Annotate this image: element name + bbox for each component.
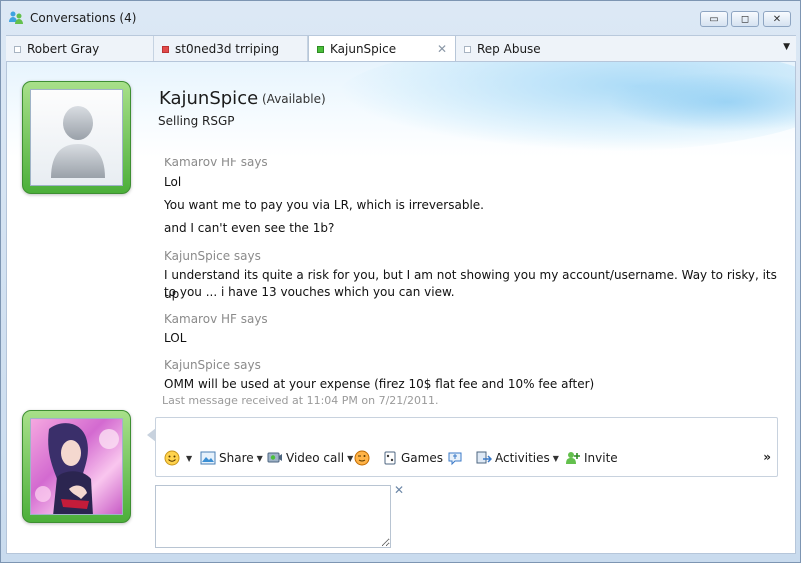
- message-input[interactable]: [155, 485, 391, 548]
- user-display-picture[interactable]: [22, 410, 131, 523]
- minimize-button[interactable]: ▭: [700, 11, 728, 27]
- close-input-icon[interactable]: ✕: [394, 483, 404, 497]
- chevron-down-icon: ▼: [186, 453, 193, 463]
- tab-robert-gray[interactable]: Robert Gray: [6, 36, 154, 62]
- contact-display-picture[interactable]: [22, 81, 131, 194]
- message-sender: KajunSpice says: [164, 358, 261, 372]
- games-button[interactable]: Games: [382, 450, 443, 466]
- chevron-down-icon: ▼: [552, 453, 559, 463]
- activities-label: Activities: [495, 451, 550, 465]
- conversation-window: Conversations (4) ▭ ◻ ✕ Robert Gray st0n…: [0, 0, 801, 563]
- tab-kajunspice[interactable]: KajunSpice ✕: [308, 36, 456, 62]
- title-bar[interactable]: Conversations (4) ▭ ◻ ✕: [1, 1, 800, 35]
- wink-icon: [354, 450, 370, 466]
- invite-button[interactable]: Invite: [565, 450, 618, 466]
- tab-label: Robert Gray: [27, 42, 100, 56]
- status-dot-icon: [464, 45, 471, 53]
- restore-icon: ◻: [740, 13, 750, 25]
- contact-personal-message: Selling RSGP: [158, 114, 235, 128]
- message-sender: Kamarov HF says: [164, 312, 268, 326]
- message-text: Lol: [164, 175, 182, 189]
- nudge-button[interactable]: [447, 450, 466, 466]
- chevron-down-icon: ▼: [256, 453, 263, 463]
- tab-label: KajunSpice: [330, 42, 397, 56]
- video-call-label: Video call: [286, 451, 345, 465]
- close-icon: ✕: [772, 13, 782, 25]
- user-avatar-image: [30, 418, 123, 515]
- games-icon: [384, 451, 396, 465]
- invite-label: Invite: [584, 451, 618, 465]
- contact-name: KajunSpice: [159, 88, 259, 109]
- games-label: Games: [401, 451, 443, 465]
- message-sender: KajunSpice says: [164, 249, 261, 263]
- message-text: to you ... i have 13 vouches which you c…: [164, 285, 455, 299]
- activities-button[interactable]: Activities ▼: [476, 450, 559, 466]
- emoticons-button[interactable]: ▼: [164, 450, 192, 466]
- message-history[interactable]: Kamarov HF says Lol You want me to pay y…: [157, 158, 787, 412]
- contact-status: (Available): [262, 92, 326, 106]
- tabs-dropdown-icon[interactable]: ▼: [783, 42, 790, 52]
- minimize-icon: ▭: [709, 13, 719, 25]
- status-dot-icon: [162, 45, 169, 53]
- tab-label: st0ned3d trriping: [175, 42, 280, 56]
- tab-st0ned3d-trriping[interactable]: st0ned3d trriping: [154, 36, 308, 62]
- conversation-pane: KajunSpice (Available) Selling RSGP Kama…: [6, 61, 796, 554]
- conversation-tabs: Robert Gray st0ned3d trriping KajunSpice…: [6, 35, 796, 62]
- video-call-icon: [267, 452, 282, 463]
- tab-close-icon[interactable]: ✕: [437, 42, 447, 56]
- video-call-button[interactable]: Video call ▼: [267, 450, 353, 466]
- status-dot-icon: [317, 45, 324, 53]
- default-avatar-icon: [30, 89, 123, 186]
- last-message-timestamp: Last message received at 11:04 PM on 7/2…: [162, 394, 439, 407]
- winks-button[interactable]: [354, 450, 373, 466]
- message-text: OMM will be used at your expense (firez …: [164, 377, 595, 391]
- message-text: and I can't even see the 1b?: [164, 221, 335, 235]
- message-text: You want me to pay you via LR, which is …: [164, 198, 484, 212]
- share-button[interactable]: Share ▼: [200, 450, 263, 466]
- share-label: Share: [219, 451, 254, 465]
- picture-icon: [200, 451, 216, 465]
- tab-rep-abuse[interactable]: Rep Abuse: [456, 36, 606, 62]
- window-title: Conversations (4): [30, 11, 137, 25]
- tab-label: Rep Abuse: [477, 42, 541, 56]
- nudge-icon: [448, 452, 462, 466]
- restore-button[interactable]: ◻: [731, 11, 759, 27]
- invite-contact-icon: [566, 452, 580, 464]
- close-button[interactable]: ✕: [763, 11, 791, 27]
- activities-icon: [476, 451, 492, 464]
- message-text: LOL: [164, 331, 187, 345]
- status-dot-icon: [14, 45, 21, 53]
- messenger-buddies-icon: [9, 11, 23, 24]
- chevron-down-icon: ▼: [347, 453, 354, 463]
- conversation-toolbar: ▼ Share ▼ Video call ▼ Games Activities …: [147, 417, 778, 477]
- emoticon-icon: [164, 450, 180, 466]
- more-options-icon[interactable]: »: [763, 450, 771, 464]
- message-sender: Kamarov HF says: [164, 158, 268, 169]
